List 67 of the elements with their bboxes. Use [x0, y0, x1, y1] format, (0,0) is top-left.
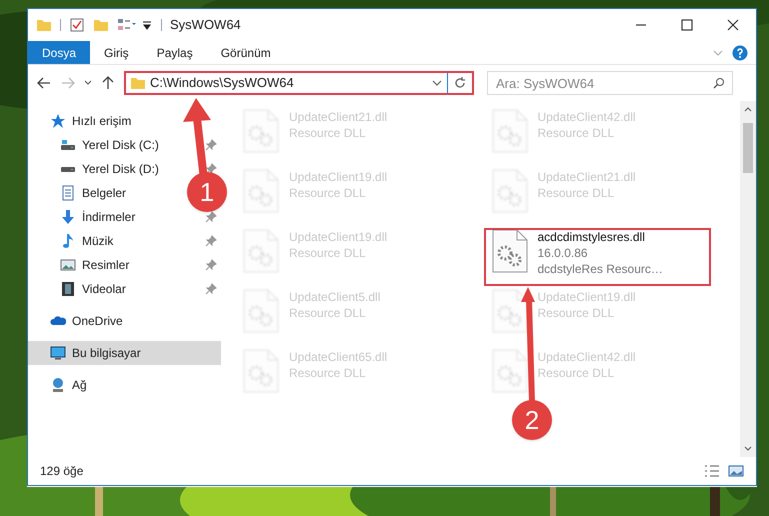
gear-file-icon: [243, 169, 279, 213]
sidebar-item[interactable]: İndirmeler: [60, 205, 136, 229]
sidebar-item[interactable]: Müzik: [60, 229, 114, 253]
item-count: 129 öğe: [40, 463, 84, 480]
film-icon: [60, 281, 76, 297]
sidebar-item[interactable]: Yerel Disk (C:): [60, 133, 159, 157]
search-field[interactable]: Ara: SysWOW64: [487, 71, 733, 95]
monitor-icon: [50, 345, 66, 361]
pin-icon[interactable]: [205, 235, 217, 247]
details-view-icon[interactable]: [704, 463, 720, 479]
file-detail: dcdstyleRes Resourc…: [538, 261, 663, 277]
sidebar-item[interactable]: Ağ: [28, 373, 221, 397]
gear-file-icon: [492, 289, 528, 333]
drive-icon: [60, 140, 76, 150]
sidebar-item[interactable]: Videolar: [60, 277, 126, 301]
gear-file-icon: [492, 169, 528, 213]
ribbon-tab[interactable]: Görünüm: [206, 41, 285, 64]
tiles-view-icon[interactable]: [728, 463, 744, 479]
ribbon-tab[interactable]: Paylaş: [142, 41, 207, 64]
star-icon: [50, 113, 66, 129]
gear-file-icon: [492, 229, 528, 273]
address-bar[interactable]: C:\Windows\SysWOW64: [124, 71, 474, 95]
gear-file-icon: [243, 289, 279, 333]
sidebar-item[interactable]: Hızlı erişim: [28, 109, 221, 133]
picture-icon: [60, 257, 76, 273]
pin-icon[interactable]: [205, 139, 217, 151]
pin-icon[interactable]: [205, 163, 217, 175]
help-icon[interactable]: [732, 44, 748, 60]
music-note-icon: [60, 233, 76, 249]
folder-icon: [130, 75, 146, 91]
sidebar-item[interactable]: Belgeler: [60, 181, 126, 205]
up-arrow-icon[interactable]: [100, 75, 116, 91]
gear-file-icon: [243, 229, 279, 273]
chevron-down-icon[interactable]: [84, 79, 92, 87]
scrollbar[interactable]: [740, 101, 756, 457]
gear-file-icon: [492, 109, 528, 153]
address-text: C:\Windows\SysWOW64: [150, 74, 294, 92]
sidebar-item[interactable]: Bu bilgisayar: [28, 341, 221, 365]
file-name: acdcdimstylesres.dll: [538, 229, 646, 245]
maximize-icon: [681, 19, 693, 31]
drive-icon: [60, 166, 76, 172]
back-arrow-icon[interactable]: [36, 75, 52, 91]
network-icon: [50, 377, 66, 393]
pin-icon[interactable]: [205, 211, 217, 223]
gear-file-icon: [243, 109, 279, 153]
sidebar-item[interactable]: OneDrive: [28, 309, 221, 333]
pin-icon[interactable]: [205, 283, 217, 295]
gear-file-icon: [492, 349, 528, 393]
file-detail: 16.0.0.86: [538, 245, 589, 261]
gear-file-icon: [243, 349, 279, 393]
dropdown-icon[interactable]: [141, 19, 153, 31]
file-tab[interactable]: Dosya: [28, 41, 90, 64]
scrollbar-thumb[interactable]: [743, 123, 753, 173]
chevron-up-icon[interactable]: [744, 105, 752, 113]
close-icon: [727, 19, 739, 31]
download-icon: [60, 209, 76, 225]
window-title: SysWOW64: [170, 16, 241, 34]
ribbon-tab[interactable]: Giriş: [90, 41, 143, 64]
document-icon: [60, 185, 76, 201]
sidebar-item[interactable]: Resimler: [60, 253, 130, 277]
chevron-down-icon[interactable]: [744, 445, 752, 453]
search-icon: [713, 77, 725, 89]
sidebar-item[interactable]: Yerel Disk (D:): [60, 157, 159, 181]
pin-icon[interactable]: [205, 259, 217, 271]
properties-icon[interactable]: [117, 17, 137, 33]
file-item[interactable]: acdcdimstylesres.dll 16.0.0.86 dcdstyleRes Resourc…: [492, 227, 740, 275]
checklist-icon[interactable]: [69, 17, 85, 33]
